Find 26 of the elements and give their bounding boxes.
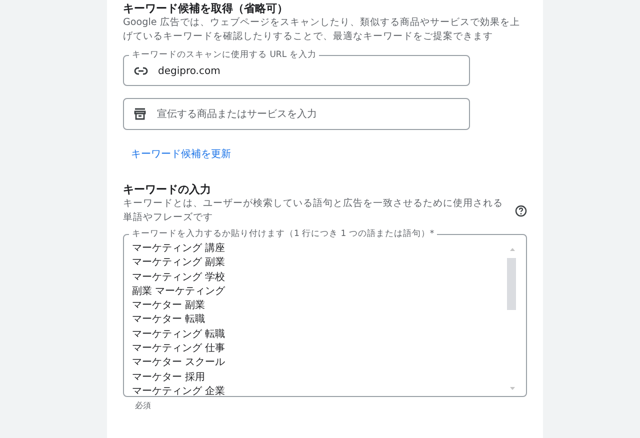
product-field[interactable]: 宣伝する商品またはサービスを入力 — [123, 98, 470, 130]
field-label: キーワードのスキャンに使用する URL を入力 — [131, 49, 318, 61]
keyword-line: マーケティング 企業 — [132, 384, 226, 396]
field-value: degipro.com — [158, 66, 220, 76]
keyword-line: マーケティング 仕事 — [132, 342, 226, 356]
keyword-line: 副業 マーケティング — [132, 284, 226, 299]
help-icon[interactable] — [515, 205, 527, 217]
keyword-line: マーケティング 学校 — [132, 270, 226, 285]
keyword-line: マーケティング 転職 — [132, 328, 226, 342]
link-icon — [134, 67, 148, 75]
section-title: キーワードの入力 — [123, 183, 212, 197]
keyword-line: マーケティング 副業 — [132, 256, 226, 270]
field-label: キーワードを入力するか貼り付けます（1 行につき 1 つの語または語句）* — [131, 228, 436, 240]
keywords-textarea[interactable]: キーワードを入力するか貼り付けます（1 行につき 1 つの語または語句）* マーケティング 講座 マーケティング 副業 マーケティング 学校 副業 マーケティング マーケター 副業 マーケター 転職 マーケティング 転職 マーケティング 仕事 マーケター スクール マーケター 採用 マーケティング 企業 — [123, 228, 527, 397]
keyword-line: マーケター 副業 — [132, 299, 206, 314]
refresh-link[interactable]: キーワード候補を更新 — [131, 147, 231, 161]
helper-text: 必須 — [135, 400, 152, 411]
keyword-line: マーケター スクール — [132, 356, 226, 370]
keyword-line: マーケター 転職 — [132, 313, 206, 328]
store-icon — [134, 108, 146, 120]
section-title: キーワード候補を取得（省略可） — [123, 2, 289, 16]
description: Google 広告では、ウェブページをスキャンしたり、類似する商品やサービスで効果を上げているキーワードを確認したりすることで、最適なキーワードをご提案できます — [123, 16, 521, 43]
description: キーワードとは、ユーザーが検索している語句と広告を一致させるために使用される単語やフレーズです — [123, 197, 503, 224]
keyword-line: マーケティング 講座 — [132, 242, 226, 256]
keyword-line: マーケター 採用 — [132, 370, 206, 385]
url-field[interactable]: キーワードのスキャンに使用する URL を入力 degipro.com — [123, 49, 470, 86]
